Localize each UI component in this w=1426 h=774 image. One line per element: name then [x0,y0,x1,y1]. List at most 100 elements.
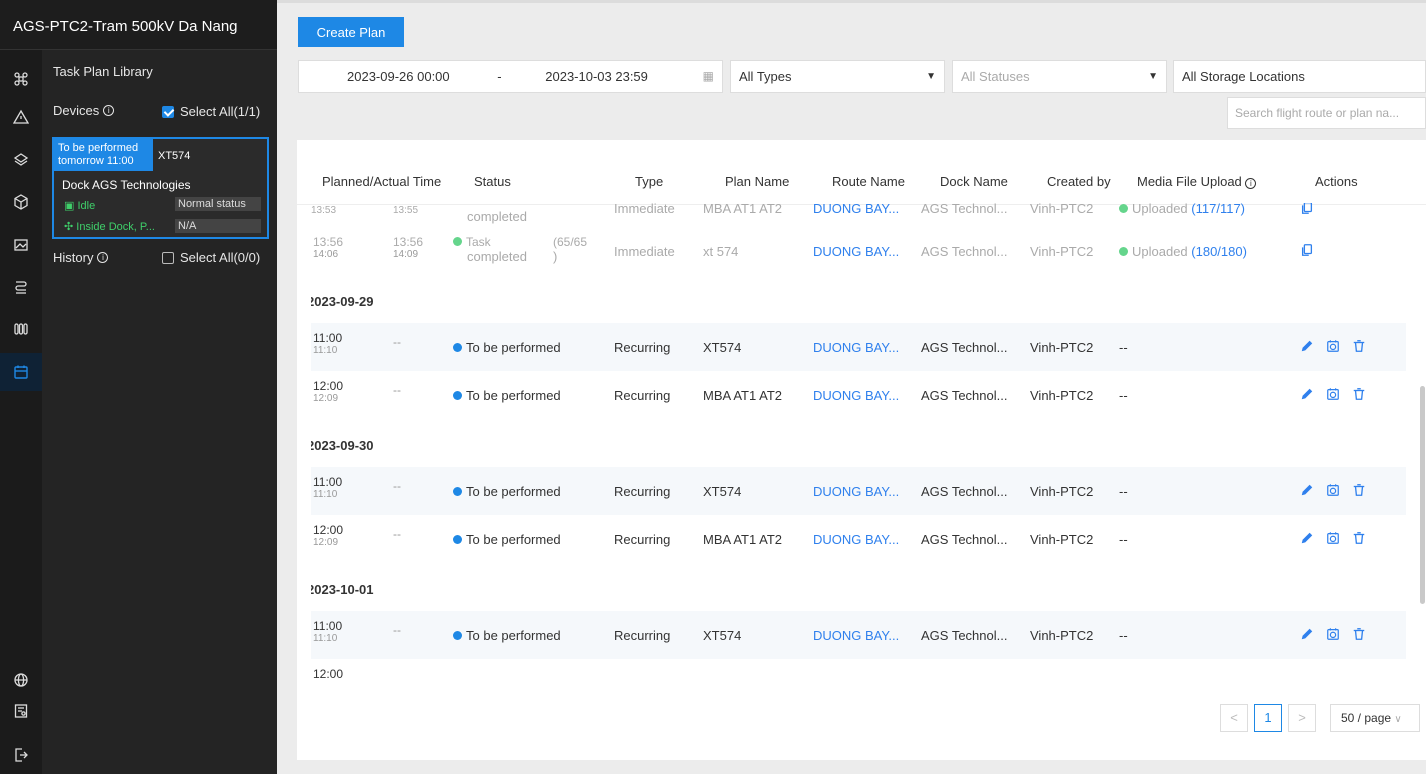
col-creator[interactable]: Created by [1047,174,1111,189]
row-actions [1300,387,1366,401]
row-actions [1300,627,1366,641]
prev-page-button[interactable]: < [1220,704,1248,732]
page-1-button[interactable]: 1 [1254,704,1282,732]
device-card[interactable]: To be performed tomorrow 11:00 XT574 Doc… [52,137,269,239]
search-input[interactable]: Search flight route or plan na... [1227,97,1426,129]
report-icon[interactable] [0,692,42,730]
date-group-heading: 2023-09-29 [311,294,374,309]
date-end[interactable]: 2023-10-03 23:59 [545,69,648,84]
plan-name: XT574 [703,484,742,499]
dock-icon[interactable] [0,310,42,348]
route-icon[interactable] [0,268,42,306]
route-link[interactable]: DUONG BAY... [813,388,899,403]
route-link[interactable]: DUONG BAY... [813,340,899,355]
drone-icon[interactable] [0,60,42,98]
copy-icon[interactable] [1300,243,1314,257]
route-link[interactable]: DUONG BAY... [813,203,899,216]
schedule-icon[interactable] [1326,531,1340,545]
schedule-icon[interactable] [1326,387,1340,401]
select-all-devices[interactable]: Select All(1/1) [162,104,260,119]
table-row[interactable]: 13:56 14:06 13:56 14:09 Task completed (65/… [311,227,1406,275]
delete-icon[interactable] [1352,627,1366,641]
dock-name: AGS Technol... [921,203,1008,216]
pending-dot [453,631,462,640]
info-icon[interactable]: i [1245,178,1257,189]
calendar-icon[interactable]: ▦ [703,61,714,92]
info-icon[interactable]: i [97,252,109,263]
table-row[interactable]: 12:00 [311,659,1406,690]
route-link[interactable]: DUONG BAY... [813,484,899,499]
create-plan-button[interactable]: Create Plan [298,17,404,47]
type-cell: Recurring [614,340,671,355]
media-icon[interactable] [0,226,42,264]
table-row[interactable]: 13:53 13:55 completed Immediate MBA AT1 … [311,203,1406,227]
col-route[interactable]: Route Name [832,174,905,189]
edit-icon[interactable] [1300,483,1314,497]
date-range-picker[interactable]: 2023-09-26 00:00 - 2023-10-03 23:59 ▦ [298,60,723,93]
drone-location: ✣ Inside Dock, P... [64,221,155,233]
table-scrollbar[interactable] [1420,386,1425,604]
schedule-icon[interactable] [1326,483,1340,497]
route-link[interactable]: DUONG BAY... [813,244,899,259]
type-cell: Recurring [614,484,671,499]
storage-filter[interactable]: All Storage Locations [1173,60,1426,93]
select-all-history[interactable]: Select All(0/0) [162,250,260,265]
layers-icon[interactable] [0,141,42,179]
edit-icon[interactable] [1300,339,1314,353]
storage-filter-value: All Storage Locations [1182,69,1305,84]
planned-time: 13:53 [311,205,337,216]
table-row[interactable]: 11:00 11:10 -- To be performed Recurring … [311,467,1406,515]
table-row[interactable]: 12:00 12:09 -- To be performed Recurring … [311,515,1406,563]
col-type[interactable]: Type [635,174,663,189]
next-page-button[interactable]: > [1288,704,1316,732]
copy-icon[interactable] [1300,203,1314,215]
actual-time: -- [393,527,401,541]
type-filter[interactable]: All Types ▼ [730,60,945,93]
status-filter[interactable]: All Statuses ▼ [952,60,1167,93]
media-count-link[interactable]: (117/117) [1191,203,1245,216]
edit-icon[interactable] [1300,627,1314,641]
edit-icon[interactable] [1300,387,1314,401]
table-row[interactable]: 11:00 11:10 -- To be performed Recurring … [311,611,1406,659]
devices-label: Devices [53,103,100,118]
pending-dot [453,343,462,352]
schedule-icon[interactable] [1326,627,1340,641]
delete-icon[interactable] [1352,531,1366,545]
plan-name: MBA AT1 AT2 [703,203,782,216]
route-link[interactable]: DUONG BAY... [813,628,899,643]
status-filter-value: All Statuses [961,69,1030,84]
delete-icon[interactable] [1352,387,1366,401]
calendar-icon[interactable] [0,353,42,391]
table-row[interactable]: 11:00 11:10 -- To be performed Recurring … [311,323,1406,371]
route-link[interactable]: DUONG BAY... [813,532,899,547]
uploaded-dot [1119,247,1128,256]
col-plan[interactable]: Plan Name [725,174,789,189]
col-media[interactable]: Media File Upload i [1137,174,1257,189]
col-dock[interactable]: Dock Name [940,174,1008,189]
warning-triangle-icon[interactable] [0,98,42,136]
site-title[interactable]: AGS-PTC2-Tram 500kV Da Nang [0,0,277,50]
delete-icon[interactable] [1352,483,1366,497]
caret-down-icon: ▼ [926,71,936,82]
schedule-icon[interactable] [1326,339,1340,353]
planned-time: 12:00 12:09 [313,379,344,404]
select-all-history-checkbox[interactable] [162,251,174,264]
select-all-devices-checkbox[interactable] [162,105,174,118]
col-time[interactable]: Planned/Actual Time [322,174,441,189]
info-icon[interactable]: i [103,105,115,116]
row-actions [1300,243,1314,257]
creator: Vinh-PTC2 [1030,203,1094,216]
col-status[interactable]: Status [474,174,511,189]
planned-time: 11:00 11:10 [313,619,343,644]
logout-icon[interactable] [0,736,42,774]
table-row[interactable]: 12:00 12:09 -- To be performed Recurring … [311,371,1406,419]
plan-table: Planned/Actual Time Status Type Plan Nam… [297,140,1426,760]
date-start[interactable]: 2023-09-26 00:00 [347,69,450,84]
media-count-link[interactable]: (180/180) [1191,244,1247,259]
pending-dot [453,487,462,496]
cube-icon[interactable] [0,183,42,221]
page-size-select[interactable]: 50 / page ∨ [1330,704,1420,732]
col-actions: Actions [1315,174,1358,189]
edit-icon[interactable] [1300,531,1314,545]
delete-icon[interactable] [1352,339,1366,353]
